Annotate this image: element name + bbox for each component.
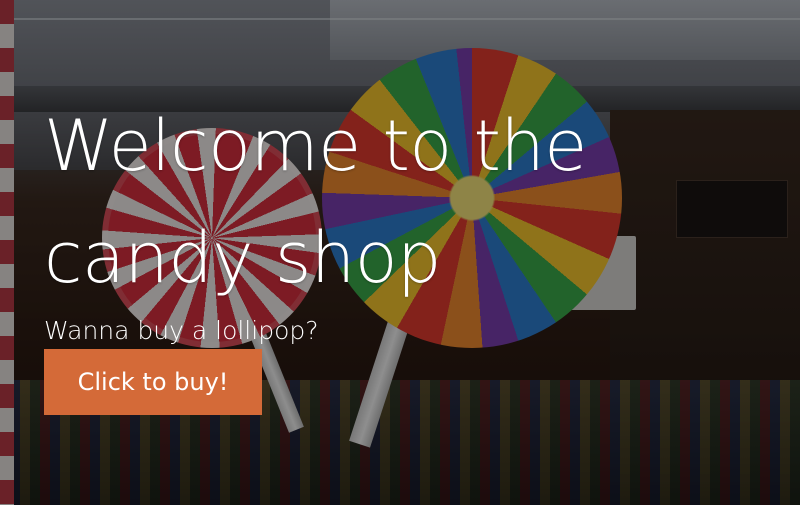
hero-content: Welcome to the candy shop Wanna buy a lo… [44,90,744,346]
hero-title: Welcome to the candy shop [44,105,587,299]
hero-subtitle: Wanna buy a lollipop? [44,316,319,345]
buy-button[interactable]: Click to buy! [44,349,262,415]
